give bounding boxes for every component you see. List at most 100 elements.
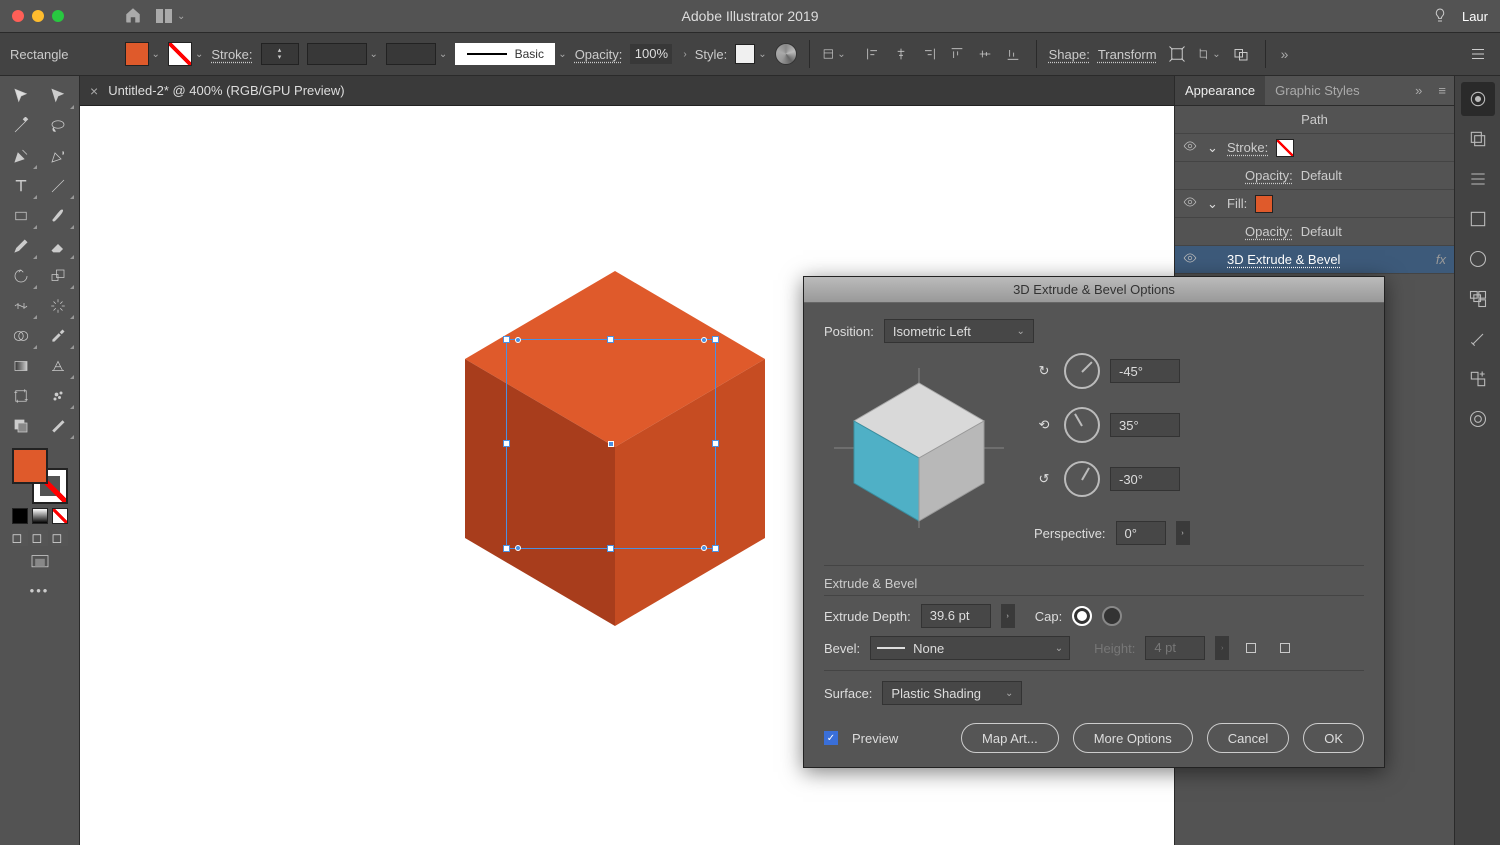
stroke-label[interactable]: Stroke: [211,47,252,62]
appearance-row-stroke-opacity[interactable]: Opacity: Default [1175,162,1454,190]
opacity-row-label[interactable]: Opacity: [1245,168,1293,183]
appearance-row-fill[interactable]: ⌄ Fill: [1175,190,1454,218]
properties-panel-icon[interactable] [1461,82,1495,116]
pathfinder-panel-icon[interactable] [1461,282,1495,316]
resize-handle[interactable] [712,336,719,343]
cc-libraries-icon[interactable] [1461,402,1495,436]
visibility-icon[interactable] [1183,251,1199,268]
resize-handle[interactable] [503,545,510,552]
stroke-row-label[interactable]: Stroke: [1227,140,1268,155]
panel-menu-icon[interactable] [1466,42,1490,66]
panel-collapse-icon[interactable]: » [1407,83,1430,98]
libraries-panel-icon[interactable] [1461,162,1495,196]
user-name[interactable]: Laur [1462,9,1488,24]
align-left-icon[interactable] [862,43,884,65]
more-options-button[interactable]: More Options [1073,723,1193,753]
line-tool[interactable] [41,172,75,200]
screen-mode-draw-behind[interactable]: ◻ [32,530,48,546]
opacity-label[interactable]: Opacity: [575,47,623,62]
anchor-point[interactable] [701,545,707,551]
cancel-button[interactable]: Cancel [1207,723,1289,753]
symbols-panel-icon[interactable] [1461,362,1495,396]
anchor-point[interactable] [515,545,521,551]
opacity-row-label[interactable]: Opacity: [1245,224,1293,239]
help-icon[interactable] [1432,7,1448,26]
preview-label[interactable]: Preview [852,731,898,746]
stroke-weight-input[interactable]: ▴▾ [261,43,299,65]
fill-mode-icon[interactable] [4,412,38,440]
map-art-button[interactable]: Map Art... [961,723,1059,753]
free-transform-tool[interactable] [41,292,75,320]
align-hcenter-icon[interactable] [890,43,912,65]
appearance-row-fill-opacity[interactable]: Opacity: Default [1175,218,1454,246]
screen-mode-draw-inside[interactable]: ◻ [52,530,68,546]
pencil-tool[interactable] [4,232,38,260]
align-vcenter-icon[interactable] [974,43,996,65]
type-tool[interactable] [4,172,38,200]
z-rotation-input[interactable]: -30° [1110,467,1180,491]
align-bottom-icon[interactable] [1002,43,1024,65]
screen-mode-draw-normal[interactable]: ◻ [12,530,28,546]
recolor-artwork-icon[interactable] [775,43,797,65]
selection-tool[interactable] [4,82,38,110]
ok-button[interactable]: OK [1303,723,1364,753]
close-window[interactable] [12,10,24,22]
screen-mode-icon[interactable] [30,554,50,573]
extrude-depth-stepper[interactable]: › [1001,604,1015,628]
fill-color[interactable] [12,448,48,484]
stroke-row-swatch[interactable] [1276,139,1294,157]
arrange-icon[interactable] [1229,42,1253,66]
y-rotation-dial[interactable] [1064,407,1100,443]
rotate-tool[interactable] [4,262,38,290]
align-to-artboard-icon[interactable]: ⌄ [822,42,846,66]
shape-button[interactable]: Shape: [1049,47,1090,62]
resize-handle[interactable] [503,336,510,343]
appearance-row-stroke[interactable]: ⌄ Stroke: [1175,134,1454,162]
resize-handle[interactable] [712,545,719,552]
perspective-stepper[interactable]: › [1176,521,1190,545]
lasso-tool[interactable] [41,112,75,140]
width-tool[interactable] [4,292,38,320]
close-tab-icon[interactable]: × [90,83,98,99]
shape-builder-tool[interactable] [4,322,38,350]
cap-on-button[interactable] [1072,606,1092,626]
resize-handle[interactable] [503,440,510,447]
rotation-preview[interactable] [824,353,1014,543]
eraser-tool[interactable] [41,232,75,260]
resize-handle[interactable] [607,545,614,552]
resize-handle[interactable] [607,336,614,343]
x-rotation-dial[interactable] [1064,353,1100,389]
slice-tool[interactable] [41,412,75,440]
visibility-icon[interactable] [1183,139,1199,156]
scale-tool[interactable] [41,262,75,290]
color-panel-icon[interactable] [1461,242,1495,276]
disclosure-icon[interactable]: ⌄ [1207,196,1219,212]
stroke-swatch[interactable]: ⌄ [168,42,203,66]
z-rotation-dial[interactable] [1064,461,1100,497]
stroke-profile[interactable]: ⌄ [386,43,447,65]
swatches-panel-icon[interactable] [1461,202,1495,236]
align-top-icon[interactable] [946,43,968,65]
anchor-point[interactable] [515,337,521,343]
extrude-depth-input[interactable]: 39.6 pt [921,604,991,628]
panel-menu-icon[interactable]: ≡ [1430,83,1454,98]
document-tab[interactable]: × Untitled-2* @ 400% (RGB/GPU Preview) [80,76,1174,106]
fill-stroke-control[interactable] [12,448,68,504]
cap-off-button[interactable] [1102,606,1122,626]
transform-button[interactable]: Transform [1098,47,1157,62]
eyedropper-tool[interactable] [41,322,75,350]
color-mode-solid[interactable] [12,508,28,524]
fill-swatch[interactable]: ⌄ [125,42,160,66]
edit-toolbar[interactable]: ••• [4,583,75,598]
gradient-tool[interactable] [4,352,38,380]
y-rotation-input[interactable]: 35° [1110,413,1180,437]
appearance-row-3d-effect[interactable]: 3D Extrude & Bevel fx [1175,246,1454,274]
disclosure-icon[interactable]: ⌄ [1207,140,1219,156]
brushes-panel-icon[interactable] [1461,322,1495,356]
paintbrush-tool[interactable] [41,202,75,230]
isolate-icon[interactable] [1165,42,1189,66]
rectangle-tool[interactable] [4,202,38,230]
artboard-tool[interactable] [4,382,38,410]
arrange-documents-icon[interactable]: ⌄ [156,9,185,23]
more-options-chevron[interactable]: » [1281,46,1289,62]
